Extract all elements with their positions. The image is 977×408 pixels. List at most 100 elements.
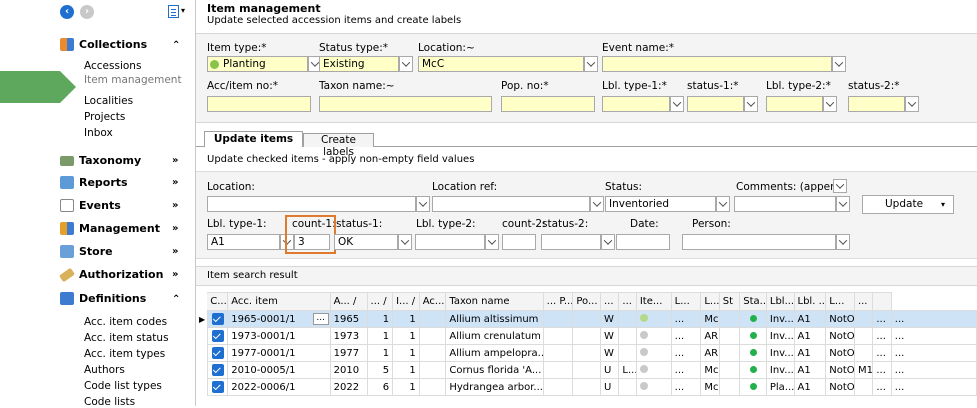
sidebar-item-acc-item-status[interactable]: Acc. item status bbox=[84, 332, 169, 344]
sidebar-section-store[interactable]: Store bbox=[60, 245, 113, 258]
col-header[interactable]: L... bbox=[670, 292, 702, 311]
col-header[interactable] bbox=[872, 292, 892, 311]
sidebar-item-projects[interactable]: Projects bbox=[84, 111, 125, 123]
sidebar-section-authorization[interactable]: Authorization bbox=[58, 267, 163, 282]
expand-chevron-icon[interactable]: » bbox=[172, 269, 178, 280]
update-location-select[interactable] bbox=[207, 196, 416, 212]
acc-item-cell[interactable]: 1977-0001/1 bbox=[227, 344, 331, 362]
location-ref-select[interactable] bbox=[432, 196, 590, 212]
col-header[interactable]: L... bbox=[825, 292, 855, 311]
pop-no-input[interactable] bbox=[501, 96, 595, 112]
sidebar-section-collections[interactable]: Collections bbox=[60, 38, 147, 51]
sidebar-item-acc-item-types[interactable]: Acc. item types bbox=[84, 348, 165, 360]
table-row[interactable]: 1973-0001/1 1973 1 1 Allium crenulatum W… bbox=[196, 327, 977, 345]
col-header[interactable]: A... / bbox=[329, 292, 368, 311]
panel-menu-icon[interactable] bbox=[168, 5, 179, 18]
col-header[interactable]: I... / bbox=[392, 292, 420, 311]
tab-update-items[interactable]: Update items bbox=[204, 131, 303, 147]
comments-dropdown[interactable] bbox=[833, 179, 847, 193]
back-icon[interactable]: ‹ bbox=[60, 5, 74, 19]
status1-select[interactable] bbox=[687, 96, 744, 112]
acc-item-cell[interactable]: 1973-0001/1 bbox=[227, 327, 331, 345]
lbl-type2-dropdown[interactable] bbox=[823, 96, 837, 112]
update-status-select[interactable]: Inventoried bbox=[605, 196, 716, 212]
collapse-chevron-icon[interactable]: ⌃ bbox=[172, 40, 180, 51]
update-lbl-type2-dropdown[interactable] bbox=[485, 234, 499, 250]
comments-input[interactable] bbox=[734, 196, 836, 212]
col-header[interactable]: ... P... bbox=[542, 292, 574, 311]
col-header[interactable]: Taxon name bbox=[445, 292, 544, 311]
row-checkbox[interactable] bbox=[211, 347, 224, 359]
forward-icon[interactable]: › bbox=[80, 5, 94, 19]
lbl-type1-dropdown[interactable] bbox=[670, 96, 684, 112]
location-ref-dropdown[interactable] bbox=[590, 196, 604, 212]
tab-create-labels[interactable]: Create labels bbox=[303, 133, 374, 158]
collapse-chevron-icon[interactable]: ⌃ bbox=[172, 294, 180, 305]
lbl-type2-select[interactable] bbox=[766, 96, 823, 112]
status2-dropdown[interactable] bbox=[905, 96, 919, 112]
event-name-dropdown[interactable] bbox=[832, 56, 846, 72]
col-header[interactable]: ... / bbox=[366, 292, 394, 311]
update-status-dropdown[interactable] bbox=[716, 196, 730, 212]
person-dropdown[interactable] bbox=[836, 234, 850, 250]
sidebar-item-item-management[interactable]: Item management bbox=[84, 74, 182, 86]
panel-menu-chevron-icon[interactable]: ▾ bbox=[181, 6, 185, 15]
sidebar-section-reports[interactable]: Reports bbox=[60, 176, 128, 189]
col-header[interactable]: ... bbox=[599, 292, 620, 311]
sidebar-item-acc-item-codes[interactable]: Acc. item codes bbox=[84, 316, 167, 328]
acc-item-cell[interactable]: 1965-0001/1... bbox=[227, 310, 331, 328]
row-checkbox[interactable] bbox=[211, 364, 224, 376]
count2-input[interactable] bbox=[502, 234, 536, 250]
sidebar-item-authors[interactable]: Authors bbox=[84, 364, 125, 376]
table-row[interactable]: 2010-0005/1 2010 5 1 Cornus florida 'A..… bbox=[196, 361, 977, 379]
acc-item-no-input[interactable] bbox=[207, 96, 311, 112]
col-header[interactable]: Acc. item bbox=[227, 292, 331, 311]
status1-dropdown[interactable] bbox=[744, 96, 758, 112]
expand-chevron-icon[interactable]: » bbox=[172, 155, 178, 166]
update-lbl-type2-select[interactable] bbox=[415, 234, 485, 250]
sidebar-section-taxonomy[interactable]: Taxonomy bbox=[60, 154, 141, 167]
lbl-type1-select[interactable] bbox=[602, 96, 670, 112]
sidebar-item-code-lists[interactable]: Code lists bbox=[84, 396, 135, 408]
sidebar-section-management[interactable]: Management bbox=[60, 222, 160, 235]
acc-item-cell[interactable]: 2010-0005/1 bbox=[227, 361, 331, 379]
row-checkbox[interactable] bbox=[211, 313, 224, 325]
table-row[interactable]: ▶ 1965-0001/1... 1965 1 1 Allium altissi… bbox=[196, 310, 977, 328]
update-button[interactable]: Update ▾ bbox=[862, 195, 954, 214]
table-row[interactable]: 2022-0006/1 2022 6 1 Hydrangea arbor... … bbox=[196, 378, 977, 396]
date-input[interactable] bbox=[616, 234, 670, 250]
status-type-dropdown[interactable] bbox=[399, 56, 413, 72]
event-name-select[interactable] bbox=[602, 56, 832, 72]
col-header[interactable]: Lbl... bbox=[765, 292, 795, 311]
status-type-select[interactable]: Existing bbox=[319, 56, 399, 72]
sidebar-section-events[interactable]: Events bbox=[60, 199, 121, 212]
acc-item-cell[interactable]: 2022-0006/1 bbox=[227, 378, 331, 396]
item-type-select[interactable]: Planting bbox=[207, 56, 308, 72]
update-location-dropdown[interactable] bbox=[416, 196, 430, 212]
expand-chevron-icon[interactable]: » bbox=[172, 200, 178, 211]
table-row[interactable]: 1977-0001/1 1977 1 1 Allium ampelopra...… bbox=[196, 344, 977, 362]
col-header[interactable]: Lbl. ... bbox=[793, 292, 827, 311]
sidebar-item-localities[interactable]: Localities bbox=[84, 95, 133, 107]
col-header[interactable]: Sta... bbox=[739, 292, 767, 311]
update-status2-select[interactable] bbox=[541, 234, 601, 250]
update-lbl-type1-select[interactable]: A1 bbox=[207, 234, 280, 250]
expand-chevron-icon[interactable]: » bbox=[172, 177, 178, 188]
sidebar-item-code-list-types[interactable]: Code list types bbox=[84, 380, 162, 392]
status2-select[interactable] bbox=[848, 96, 905, 112]
col-header[interactable]: Po... bbox=[572, 292, 601, 311]
update-status1-select[interactable]: OK bbox=[334, 234, 398, 250]
ellipsis-button[interactable]: ... bbox=[312, 313, 329, 325]
col-header[interactable]: St bbox=[718, 292, 741, 311]
update-status1-dropdown[interactable] bbox=[398, 234, 412, 250]
comments-input-dropdown[interactable] bbox=[836, 196, 850, 212]
col-header[interactable]: Ite... bbox=[635, 292, 672, 311]
sidebar-item-accessions[interactable]: Accessions bbox=[84, 60, 141, 72]
location-select[interactable]: McC bbox=[418, 56, 584, 72]
expand-chevron-icon[interactable]: » bbox=[172, 246, 178, 257]
col-header[interactable]: C... bbox=[207, 292, 229, 311]
expand-chevron-icon[interactable]: » bbox=[172, 223, 178, 234]
col-header[interactable]: L... bbox=[700, 292, 720, 311]
update-status2-dropdown[interactable] bbox=[601, 234, 615, 250]
col-header[interactable]: ... bbox=[618, 292, 637, 311]
